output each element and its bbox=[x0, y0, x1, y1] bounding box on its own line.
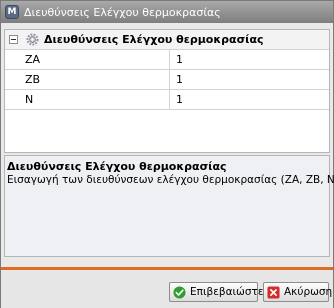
check-icon bbox=[173, 285, 186, 299]
property-name: ZB bbox=[5, 70, 170, 89]
title-bar[interactable]: M Διευθύνσεις Ελέγχου θερμοκρασίας bbox=[1, 1, 333, 23]
property-name: N bbox=[5, 90, 170, 109]
gear-icon bbox=[26, 33, 39, 46]
property-row-zb[interactable]: ZB 1 bbox=[5, 70, 329, 90]
window-title: Διευθύνσεις Ελέγχου θερμοκρασίας bbox=[24, 5, 221, 19]
property-value[interactable]: 1 bbox=[170, 70, 329, 89]
cancel-button[interactable]: Ακύρωση bbox=[263, 282, 333, 302]
property-grid: Διευθύνσεις Ελέγχου θερμοκρασίας ZA 1 ZB… bbox=[4, 29, 330, 153]
property-name: ZA bbox=[5, 50, 170, 69]
property-row-za[interactable]: ZA 1 bbox=[5, 50, 329, 70]
dialog-window: M Διευθύνσεις Ελέγχου θερμοκρασίας Διευθ… bbox=[0, 0, 334, 308]
property-value[interactable]: 1 bbox=[170, 90, 329, 109]
help-description: Εισαγωγή των διευθύνσεων ελέγχου θερμοκρ… bbox=[7, 174, 334, 186]
collapse-icon[interactable] bbox=[9, 35, 18, 44]
button-bar: Επιβεβαιώστε Ακύρωση bbox=[1, 270, 333, 308]
property-category[interactable]: Διευθύνσεις Ελέγχου θερμοκρασίας bbox=[5, 30, 329, 50]
app-icon: M bbox=[5, 5, 19, 19]
category-label: Διευθύνσεις Ελέγχου θερμοκρασίας bbox=[44, 33, 264, 46]
confirm-label: Επιβεβαιώστε bbox=[190, 286, 264, 298]
property-value[interactable]: 1 bbox=[170, 50, 329, 69]
cancel-label: Ακύρωση bbox=[284, 286, 333, 298]
help-title: Διευθύνσεις Ελέγχου θερμοκρασίας bbox=[7, 160, 227, 173]
help-panel: Διευθύνσεις Ελέγχου θερμοκρασίας Εισαγωγ… bbox=[4, 155, 334, 257]
close-icon bbox=[267, 285, 280, 299]
confirm-button[interactable]: Επιβεβαιώστε bbox=[169, 282, 264, 302]
property-row-n[interactable]: N 1 bbox=[5, 90, 329, 110]
